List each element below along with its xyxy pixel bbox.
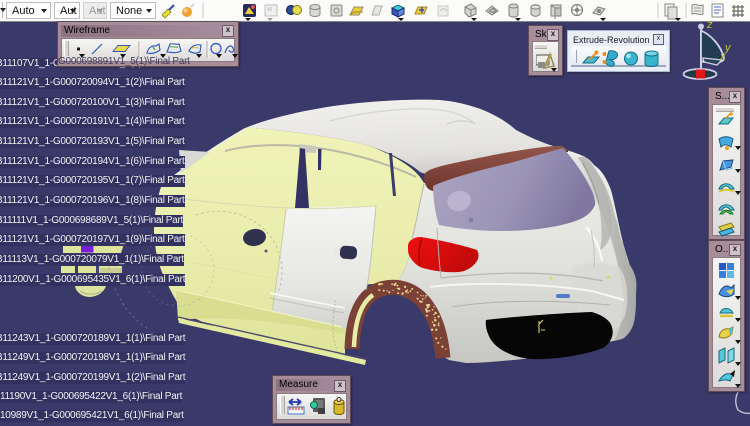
svg-text:x: x bbox=[719, 51, 726, 63]
